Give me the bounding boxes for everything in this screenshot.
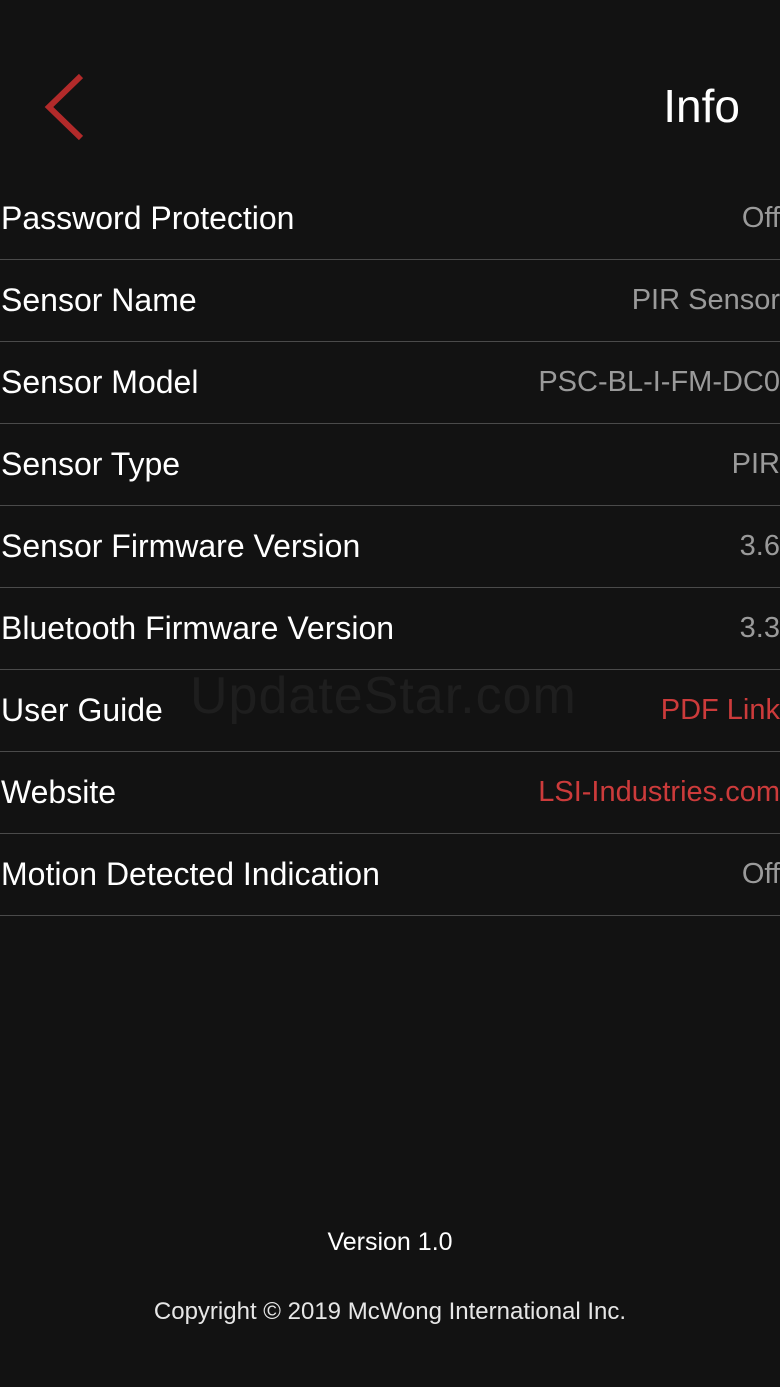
app-version: Version 1.0 [327, 1228, 453, 1256]
row-sensor-firmware-version: Sensor Firmware Version 3.6 [0, 506, 780, 588]
row-label: Sensor Firmware Version [1, 528, 361, 564]
row-value: PIR Sensor [631, 284, 780, 316]
header-bar: Info [0, 0, 780, 178]
website-link[interactable]: LSI-Industries.com [538, 776, 780, 809]
info-list: Password Protection Off Sensor Name PIR … [0, 178, 780, 916]
row-value: Off [741, 858, 780, 890]
row-label: Website [1, 774, 117, 810]
chevron-left-icon [44, 73, 84, 141]
row-label: Motion Detected Indication [1, 856, 380, 892]
row-label: Sensor Name [1, 282, 197, 318]
row-motion-detected-indication[interactable]: Motion Detected Indication Off [0, 834, 780, 916]
row-value: 3.3 [739, 612, 780, 644]
row-password-protection[interactable]: Password Protection Off [0, 178, 780, 260]
row-value: PIR [731, 448, 780, 480]
pdf-link[interactable]: PDF Link [661, 694, 780, 727]
back-button[interactable] [30, 62, 100, 152]
copyright-text: Copyright © 2019 McWong International In… [153, 1298, 627, 1325]
row-website[interactable]: Website LSI-Industries.com [0, 752, 780, 834]
row-value: 3.6 [739, 530, 780, 562]
page-title: Info [663, 80, 740, 132]
row-label: Bluetooth Firmware Version [1, 610, 395, 646]
row-value: PSC-BL-I-FM-DC0 [538, 366, 780, 398]
row-label: Sensor Model [1, 364, 199, 400]
row-label: Password Protection [1, 200, 295, 236]
row-sensor-name[interactable]: Sensor Name PIR Sensor [0, 260, 780, 342]
row-user-guide[interactable]: User Guide PDF Link [0, 670, 780, 752]
row-value: Off [741, 202, 780, 234]
row-sensor-model: Sensor Model PSC-BL-I-FM-DC0 [0, 342, 780, 424]
row-bluetooth-firmware-version: Bluetooth Firmware Version 3.3 [0, 588, 780, 670]
row-label: User Guide [1, 692, 163, 728]
row-sensor-type: Sensor Type PIR [0, 424, 780, 506]
row-label: Sensor Type [1, 446, 181, 482]
